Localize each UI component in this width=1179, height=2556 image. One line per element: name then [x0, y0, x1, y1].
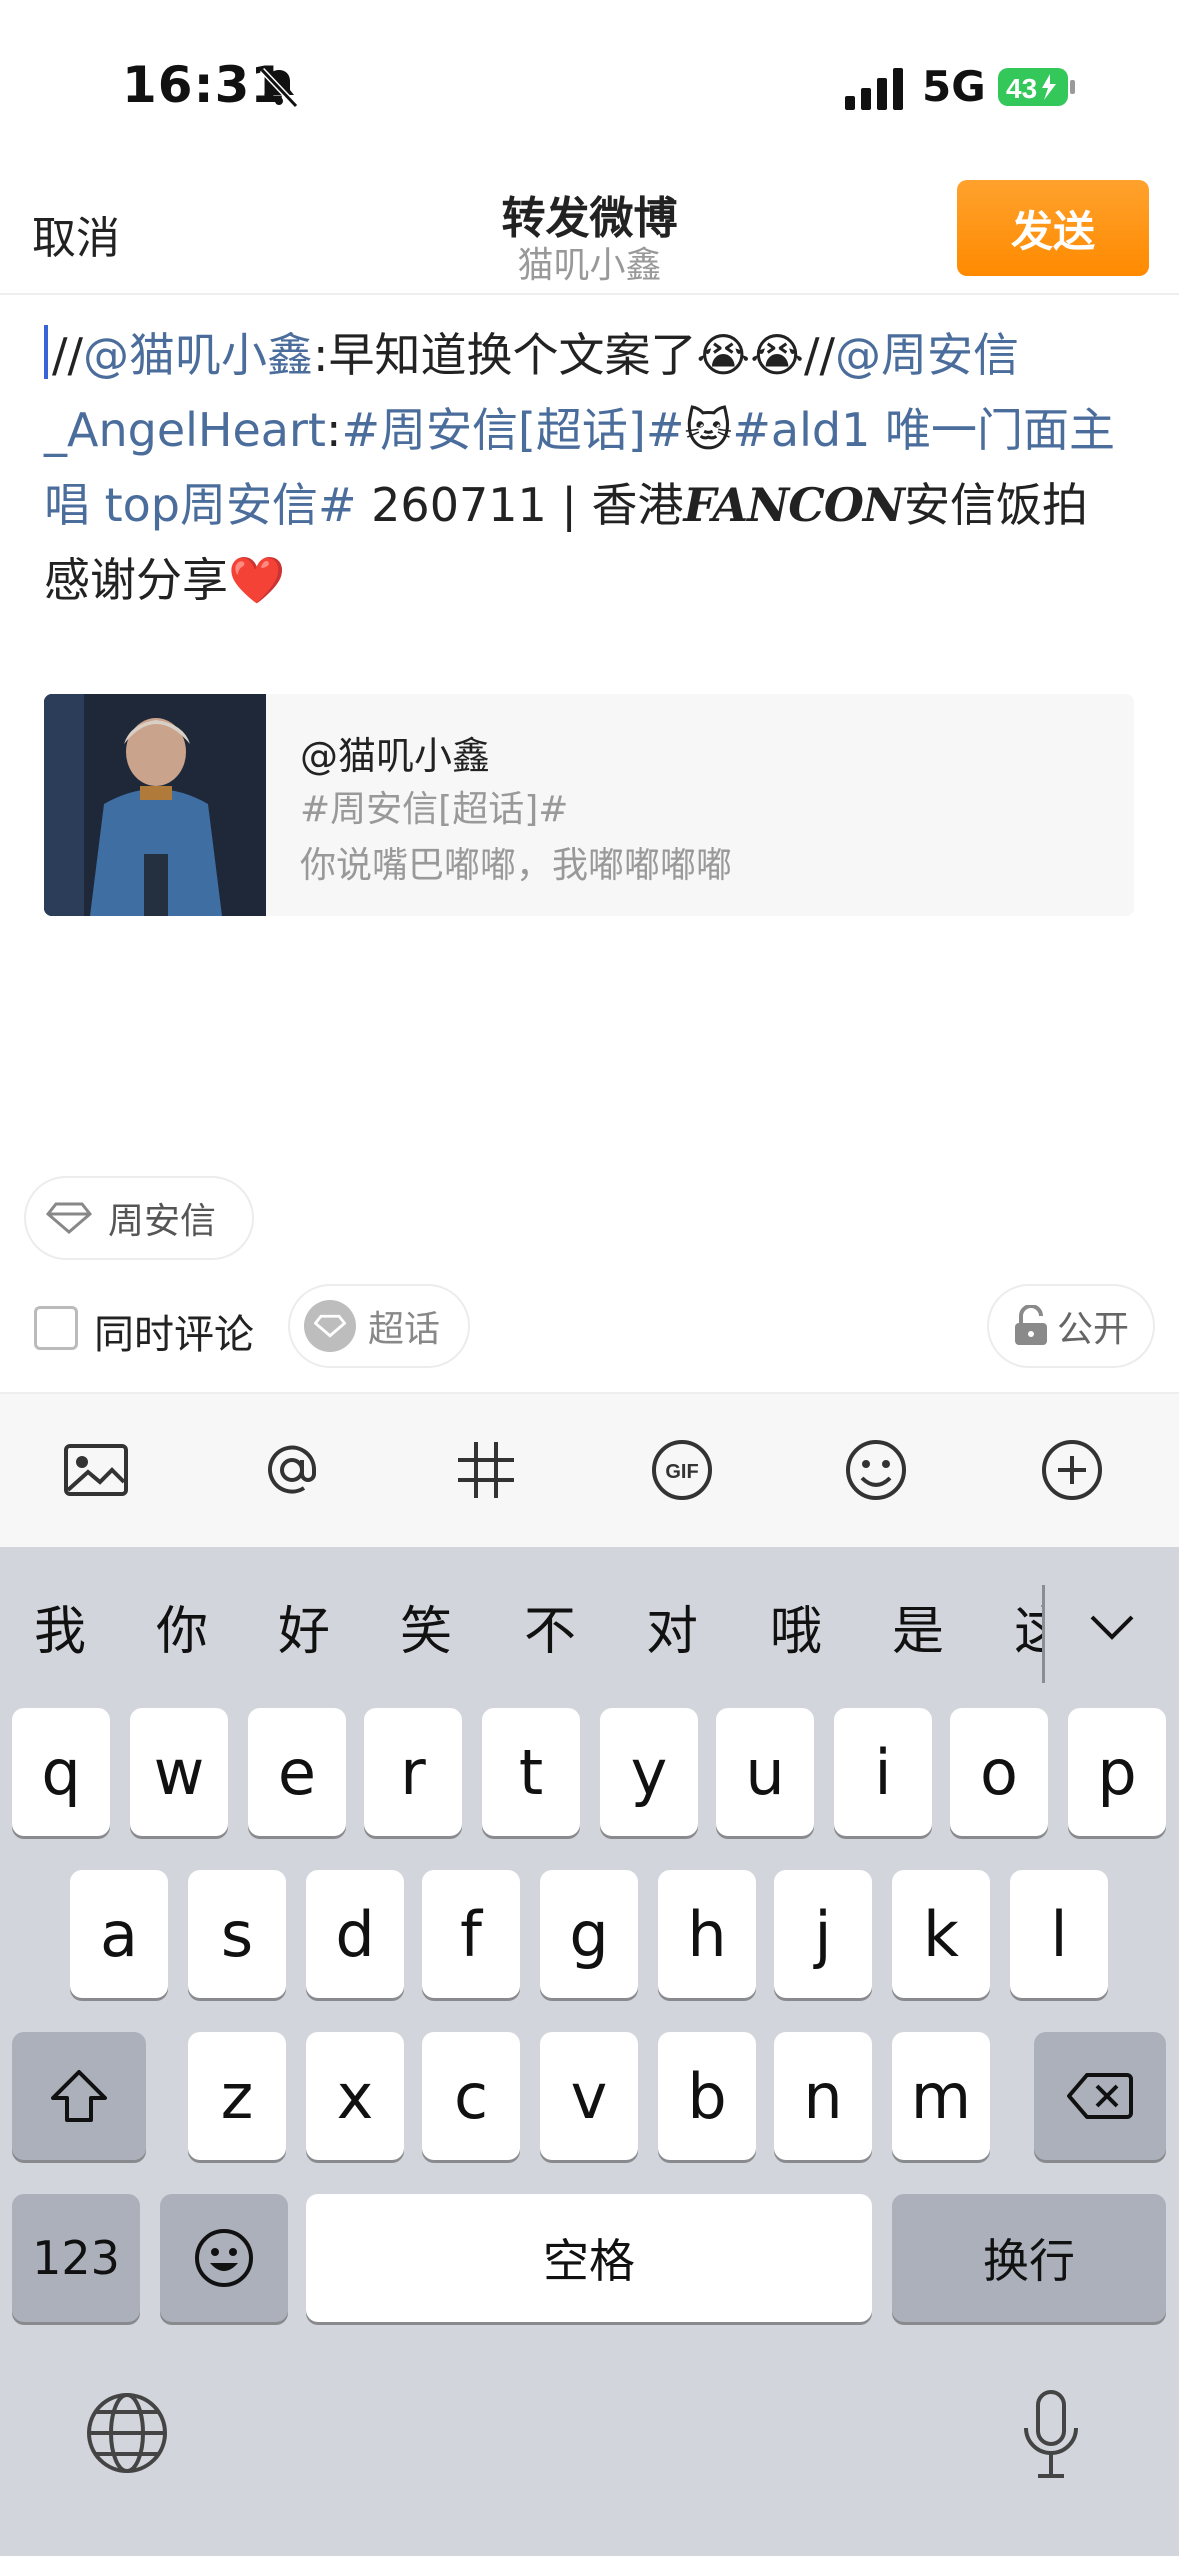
candidate-word[interactable]: 这: [1014, 1589, 1042, 1664]
post-thumbnail: [44, 694, 266, 916]
send-button[interactable]: 发送: [957, 180, 1149, 276]
emoji-face-icon: [195, 2229, 253, 2287]
cat-emoji-icon: 🐱: [684, 403, 733, 457]
comment-label[interactable]: 同时评论: [94, 1302, 254, 1360]
key-y[interactable]: y: [600, 1708, 698, 1836]
text-cursor: [44, 325, 48, 379]
key-q[interactable]: q: [12, 1708, 110, 1836]
diamond-icon: [46, 1202, 92, 1234]
signal-icon: [845, 68, 903, 110]
return-key[interactable]: 换行: [892, 2194, 1166, 2322]
key-a[interactable]: a: [70, 1870, 168, 1998]
quoted-topic: #周安信[超话]#: [300, 789, 569, 830]
shift-key[interactable]: [12, 2032, 146, 2160]
battery-icon: 43: [998, 68, 1075, 106]
unlock-icon: [1014, 1305, 1047, 1345]
key-e[interactable]: e: [248, 1708, 346, 1836]
text-segment: //: [804, 328, 835, 382]
key-t[interactable]: t: [482, 1708, 580, 1836]
key-x[interactable]: x: [306, 2032, 404, 2160]
supertopic-chip[interactable]: 超话: [288, 1284, 470, 1368]
candidate-word[interactable]: 好: [278, 1589, 330, 1664]
supertopic-label: 超话: [368, 1309, 441, 1350]
backspace-icon: [1067, 2073, 1133, 2119]
key-k[interactable]: k: [892, 1870, 990, 1998]
network-type: 5G: [922, 62, 986, 111]
image-icon[interactable]: [60, 1434, 132, 1506]
visibility-chip[interactable]: 公开: [987, 1284, 1155, 1368]
visibility-label: 公开: [1056, 1309, 1129, 1350]
at-icon[interactable]: [256, 1434, 328, 1506]
hashtag-link[interactable]: #周安信[超话]#: [341, 403, 684, 457]
key-c[interactable]: c: [422, 2032, 520, 2160]
delete-key[interactable]: [1034, 2032, 1166, 2160]
repost-text-editor[interactable]: //@猫叽小鑫:早知道换个文案了😭😭//@周安信_AngelHeart:#周安信…: [44, 318, 1144, 618]
key-n[interactable]: n: [774, 2032, 872, 2160]
shift-arrow-icon: [51, 2070, 107, 2122]
options-row: 同时评论 超话 公开: [0, 1282, 1179, 1372]
microphone-icon[interactable]: [1020, 2388, 1082, 2480]
key-i[interactable]: i: [834, 1708, 932, 1836]
add-icon[interactable]: [1036, 1434, 1108, 1506]
candidate-word[interactable]: 哦: [770, 1589, 822, 1664]
candidate-word[interactable]: 笑: [400, 1589, 452, 1664]
emoji-icon[interactable]: [840, 1434, 912, 1506]
diamond-icon: [304, 1300, 356, 1352]
candidate-word[interactable]: 不: [524, 1589, 576, 1664]
key-h[interactable]: h: [658, 1870, 756, 1998]
text-segment: :: [325, 403, 342, 457]
space-key[interactable]: 空格: [306, 2194, 872, 2322]
key-m[interactable]: m: [892, 2032, 990, 2160]
space-key-label: 空格: [543, 2234, 635, 2288]
status-bar: 16:31 5G 43: [0, 0, 1179, 170]
key-j[interactable]: j: [774, 1870, 872, 1998]
compose-toolbar: GIF: [0, 1392, 1179, 1547]
text-segment: //: [52, 328, 83, 382]
key-v[interactable]: v: [540, 2032, 638, 2160]
topic-chip-label: 周安信: [108, 1201, 217, 1242]
mention-link[interactable]: @猫叽小鑫: [83, 328, 313, 382]
key-w[interactable]: w: [130, 1708, 228, 1836]
comment-checkbox[interactable]: [34, 1306, 78, 1350]
candidate-word[interactable]: 你: [156, 1589, 208, 1664]
globe-icon[interactable]: [84, 2390, 170, 2476]
quoted-author: @猫叽小鑫: [300, 734, 491, 778]
quoted-post-card[interactable]: @猫叽小鑫 #周安信[超话]# 你说嘴巴嘟嘟，我嘟嘟嘟嘟: [44, 694, 1134, 916]
key-g[interactable]: g: [540, 1870, 638, 1998]
hashtag-icon[interactable]: [450, 1434, 522, 1506]
key-s[interactable]: s: [188, 1870, 286, 1998]
numbers-key-label: 123: [32, 2231, 120, 2285]
candidate-divider: [1042, 1585, 1045, 1683]
key-p[interactable]: p: [1068, 1708, 1166, 1836]
key-b[interactable]: b: [658, 2032, 756, 2160]
numbers-key[interactable]: 123: [12, 2194, 140, 2322]
key-z[interactable]: z: [188, 2032, 286, 2160]
compose-header: 取消 转发微博 猫叽小鑫 发送: [0, 170, 1179, 295]
key-d[interactable]: d: [306, 1870, 404, 1998]
key-l[interactable]: l: [1010, 1870, 1108, 1998]
topic-chip[interactable]: 周安信: [24, 1176, 254, 1260]
crying-emoji-icon: 😭😭: [696, 328, 805, 382]
emoji-key[interactable]: [160, 2194, 288, 2322]
text-segment: :早知道换个文案了: [313, 328, 697, 382]
text-segment: FANCON: [683, 478, 905, 532]
key-u[interactable]: u: [716, 1708, 814, 1836]
candidate-bar: 我 你 好 笑 不 对 哦 是 这: [0, 1547, 1179, 1707]
chevron-down-icon[interactable]: [1082, 1603, 1142, 1653]
key-r[interactable]: r: [364, 1708, 462, 1836]
svg-text:GIF: GIF: [665, 1461, 698, 1483]
candidate-word[interactable]: 我: [34, 1589, 86, 1664]
candidate-word[interactable]: 对: [646, 1589, 698, 1664]
candidate-word[interactable]: 是: [892, 1589, 944, 1664]
text-segment: 260711 | 香港: [356, 478, 684, 532]
quoted-body: 你说嘴巴嘟嘟，我嘟嘟嘟嘟: [300, 845, 733, 886]
gif-icon[interactable]: GIF: [646, 1434, 718, 1506]
heart-emoji-icon: ❤️: [228, 553, 286, 607]
key-f[interactable]: f: [422, 1870, 520, 1998]
key-o[interactable]: o: [950, 1708, 1048, 1836]
bell-slash-icon: [259, 67, 299, 109]
return-key-label: 换行: [983, 2234, 1075, 2288]
svg-text:43: 43: [1006, 73, 1037, 104]
